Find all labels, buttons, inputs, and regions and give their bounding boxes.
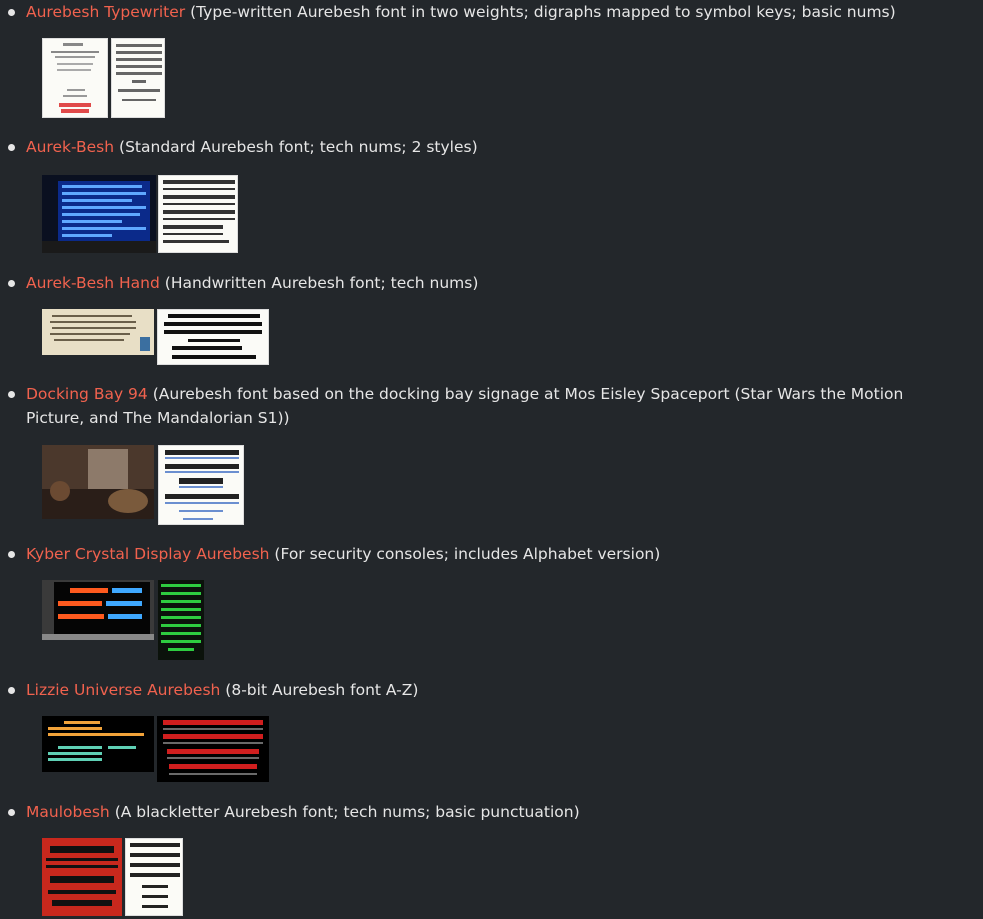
preview-thumbnail[interactable]	[42, 38, 108, 118]
font-description: (8-bit Aurebesh font A-Z)	[225, 681, 419, 699]
bullet	[8, 687, 15, 694]
list-item: Lizzie Universe Aurebesh (8-bit Aurebesh…	[0, 678, 983, 782]
font-description: (Aurebesh font based on the docking bay …	[26, 385, 904, 427]
preview-thumbnail[interactable]	[157, 309, 269, 365]
bullet	[8, 280, 15, 287]
preview-thumbnail[interactable]	[42, 445, 154, 519]
preview-thumbnail[interactable]	[158, 445, 244, 525]
font-link-maulobesh[interactable]: Maulobesh	[26, 803, 110, 821]
font-link-docking-bay-94[interactable]: Docking Bay 94	[26, 385, 148, 403]
preview-thumbnail[interactable]	[125, 838, 183, 916]
font-description: (Handwritten Aurebesh font; tech nums)	[164, 274, 479, 292]
font-link-aurek-besh-hand[interactable]: Aurek-Besh Hand	[26, 274, 160, 292]
preview-thumbnail[interactable]	[111, 38, 165, 118]
bullet	[8, 144, 15, 151]
font-description: (Type-written Aurebesh font in two weigh…	[190, 3, 896, 21]
list-item: Kyber Crystal Display Aurebesh (For secu…	[0, 542, 983, 660]
preview-thumbnail[interactable]	[42, 580, 154, 640]
bullet	[8, 809, 15, 816]
preview-thumbnail[interactable]	[42, 716, 154, 772]
preview-thumbnail[interactable]	[42, 175, 156, 253]
preview-thumbnail[interactable]	[42, 838, 122, 916]
font-description: (Standard Aurebesh font; tech nums; 2 st…	[119, 138, 478, 156]
preview-thumbnail[interactable]	[158, 175, 238, 253]
preview-thumbnail[interactable]	[42, 309, 154, 355]
list-item: Maulobesh (A blackletter Aurebesh font; …	[0, 800, 983, 916]
font-description: (A blackletter Aurebesh font; tech nums;…	[114, 803, 580, 821]
font-list: Aurebesh Typewriter (Type-written Aurebe…	[0, 0, 983, 919]
bullet	[8, 551, 15, 558]
font-link-aurebesh-typewriter[interactable]: Aurebesh Typewriter	[26, 3, 185, 21]
font-link-lizzie-universe-aurebesh[interactable]: Lizzie Universe Aurebesh	[26, 681, 220, 699]
bullet	[8, 391, 15, 398]
preview-thumbnail[interactable]	[157, 716, 269, 782]
list-item: Aurek-Besh (Standard Aurebesh font; tech…	[0, 135, 983, 253]
font-description: (For security consoles; includes Alphabe…	[274, 545, 661, 563]
list-item: Aurebesh Typewriter (Type-written Aurebe…	[0, 0, 983, 118]
preview-thumbnail[interactable]	[158, 580, 204, 660]
font-link-kyber-crystal-display-aurebesh[interactable]: Kyber Crystal Display Aurebesh	[26, 545, 269, 563]
font-link-aurek-besh[interactable]: Aurek-Besh	[26, 138, 114, 156]
bullet	[8, 9, 15, 16]
list-item: Aurek-Besh Hand (Handwritten Aurebesh fo…	[0, 271, 983, 365]
list-item: Docking Bay 94 (Aurebesh font based on t…	[0, 382, 983, 525]
